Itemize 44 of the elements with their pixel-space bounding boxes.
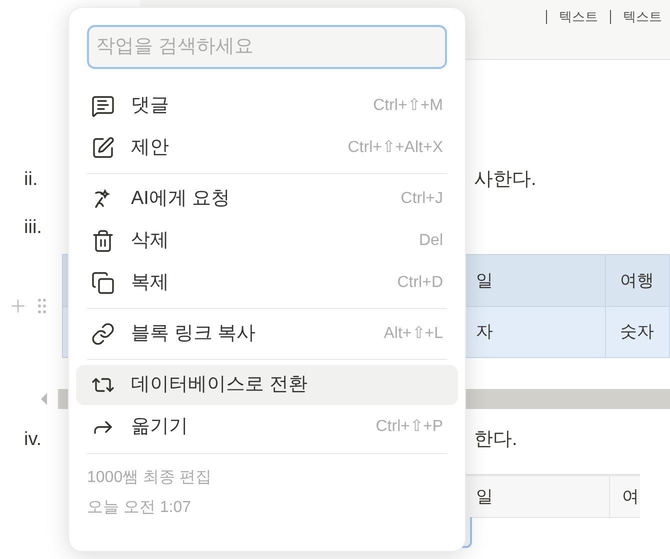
trash-icon [91,229,115,253]
menu-item[interactable]: 블록 링크 복사 Alt+⇧+L [76,314,458,354]
shortcut-text: Ctrl+⇧+P [376,417,443,437]
menu-item-label: AI에게 요청 [131,186,230,211]
search-field[interactable]: 작업을 검색하세요 [87,25,447,69]
menu-item[interactable]: 제안 Ctrl+⇧+Alt+X [76,128,458,168]
menu-item[interactable]: 삭제 Del [76,221,458,261]
table-header-cell-text: 일 [476,270,493,292]
scroll-left-icon[interactable] [40,393,48,405]
shortcut-text: Ctrl+D [397,273,443,293]
table-header-cell-text: 일 [476,486,493,508]
shortcut-text: Ctrl+J [400,189,443,209]
list-marker: iv. [24,428,43,452]
menu-item-label: 제안 [131,136,169,160]
toolbar-text: 텍스트 [610,10,662,24]
menu-item-label: 데이터베이스로 전환 [131,372,308,397]
menu-item[interactable]: 복제 Ctrl+D [76,263,458,303]
menu-item[interactable]: 데이터베이스로 전환 [76,365,458,405]
edit-info-text: 1000쌤 최종 편집 [87,468,212,488]
menu-item-label: 삭제 [131,228,169,253]
menu-item[interactable]: 옮기기 Ctrl+⇧+P [76,407,458,447]
menu-item[interactable]: 댓글 Ctrl+⇧+M [76,86,458,126]
link-icon [91,322,115,346]
shortcut-text: Alt+⇧+L [384,324,443,344]
list-text: 한다. [474,428,518,452]
menu-item-label: 옮기기 [131,414,188,439]
list-marker: iii. [24,216,43,240]
shortcut-text: Ctrl+⇧+M [373,96,443,116]
toolbar-text: 텍스트 [546,10,598,24]
shortcut-text: Del [418,231,443,251]
list-text: 사한다. [474,168,536,192]
copy-icon [91,271,115,295]
table-header-cell: 여 [609,476,640,517]
edit-info-text: 오늘 오전 1:07 [87,498,192,518]
table-cell-text: 자 [476,321,493,344]
shortcut-text: Ctrl+⇧+Alt+X [348,138,443,158]
menu-item-label: 블록 링크 복사 [131,322,256,346]
menu-item-label: 댓글 [131,94,169,118]
table-cell: 숫자 [605,307,669,357]
table-header-cell: 여행 [605,255,669,306]
list-marker: ii. [24,168,39,192]
menu-item[interactable]: AI에게 요청 Ctrl+J [76,179,458,219]
speech-bubble-icon [91,94,115,118]
menu-item-label: 복제 [131,270,169,295]
